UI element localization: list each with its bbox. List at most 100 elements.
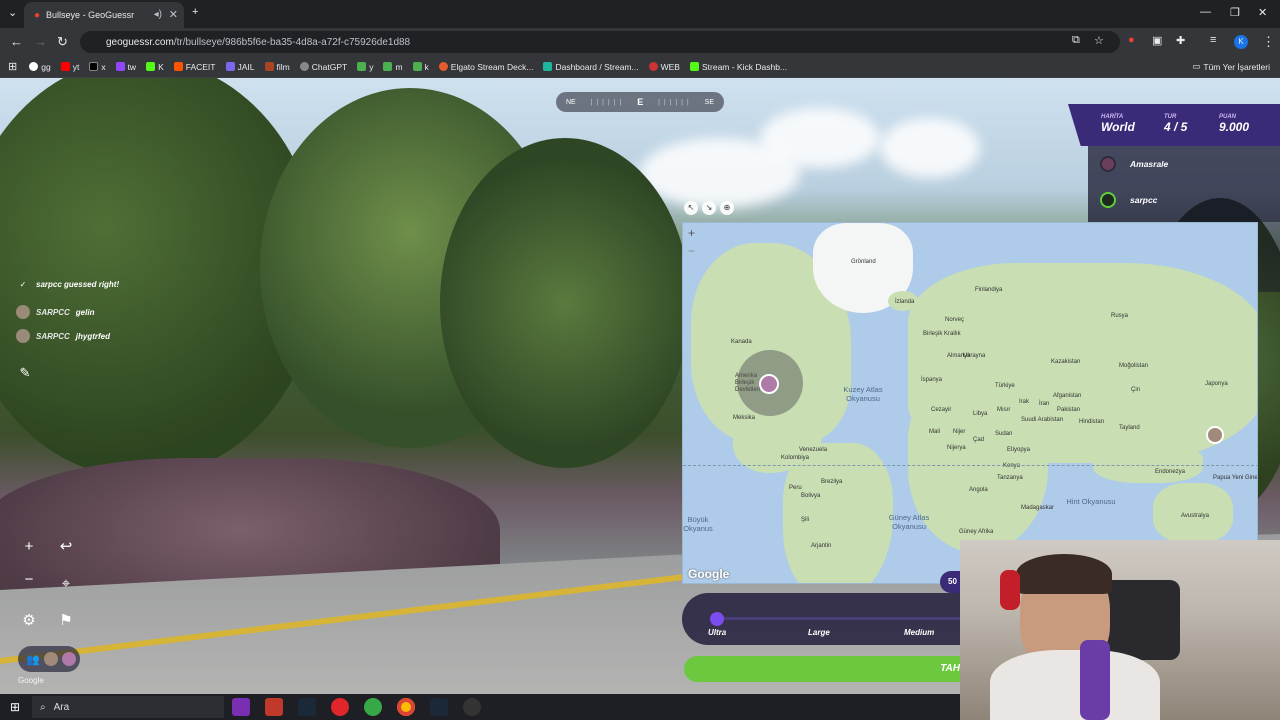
undo-icon[interactable]: ↩	[54, 535, 78, 559]
return-to-start-icon[interactable]: ⌖	[54, 572, 78, 596]
chrome-icon[interactable]	[397, 698, 415, 716]
guess-button[interactable]: TAH	[684, 656, 964, 682]
pin-map-icon[interactable]: ⊕	[720, 201, 734, 215]
steam-icon[interactable]	[298, 698, 316, 716]
menu-icon[interactable]: ⋮	[1262, 34, 1275, 50]
avatar	[1100, 192, 1116, 208]
taskbar: ⊞ ⌕ Ara	[0, 694, 960, 720]
map-zoom-in-icon[interactable]: +	[688, 226, 702, 240]
chat-toggle-icon[interactable]: ✎	[14, 362, 36, 384]
players-list: Amasrale sarpcc	[1088, 146, 1280, 222]
all-bookmarks[interactable]: ▭ Tüm Yer İşaretleri	[1192, 61, 1270, 72]
equator-line	[683, 465, 1257, 466]
media-icon[interactable]: ≡	[1210, 34, 1216, 46]
bookmark[interactable]: k	[412, 62, 429, 72]
map-attribution: Google	[688, 567, 730, 581]
people-icon: 👥	[26, 653, 40, 666]
bookmarks-bar: ⊞ gg yt x tw K FACEIT JAIL film ChatGPT …	[0, 56, 1280, 78]
bookmark[interactable]: Stream - Kick Dashb...	[689, 62, 787, 72]
tab-title: Bullseye - GeoGuessr	[46, 10, 135, 20]
bookmark[interactable]: film	[264, 62, 290, 72]
restore-icon[interactable]: ❐	[1230, 6, 1240, 19]
bookmark[interactable]: WEB	[648, 62, 680, 72]
extension-red-icon[interactable]: ●	[1128, 34, 1135, 46]
speaker-icon[interactable]: ◂)	[154, 9, 162, 20]
map-controls: ↖ ↘ ⊕	[684, 201, 742, 219]
install-icon[interactable]: ⧉	[1072, 34, 1080, 47]
chat-message: SARPCC gelin	[16, 305, 94, 319]
extension-icon[interactable]: ▣	[1152, 34, 1162, 47]
map-zoom-out-icon[interactable]: −	[688, 244, 702, 258]
bookmark[interactable]: K	[146, 62, 164, 72]
guess-avatar-marker	[759, 374, 779, 394]
profile-avatar[interactable]: K	[1234, 35, 1248, 49]
chat-message: ✓ sarpcc guessed right!	[16, 280, 120, 289]
close-tab-icon[interactable]: ✕	[169, 8, 178, 21]
taskbar-app-icon[interactable]	[232, 698, 250, 716]
tab-search-icon[interactable]: ⌄	[8, 6, 17, 19]
game-status-bar: HARİTA World TUR 4 / 5 PUAN 9.000	[1068, 104, 1280, 146]
search-icon: ⌕	[40, 701, 46, 713]
guess-size-track[interactable]	[712, 617, 972, 620]
map-status: HARİTA World	[1101, 114, 1135, 134]
size-option-medium[interactable]: Medium	[904, 628, 934, 637]
size-option-large[interactable]: Large	[808, 628, 830, 637]
webcam-feed	[960, 540, 1280, 720]
bookmark[interactable]: Elgato Stream Deck...	[438, 62, 533, 72]
zoom-out-icon[interactable]: −	[17, 568, 41, 592]
url-path: /tr/bullseye/986b5f6e-ba35-4d8a-a72f-c75…	[173, 36, 411, 48]
avatar	[61, 652, 76, 666]
minimize-icon[interactable]: —	[1200, 6, 1211, 18]
taskbar-app-icon[interactable]	[265, 698, 283, 716]
check-icon: ✓	[19, 280, 27, 289]
folder-icon: ▭	[1192, 61, 1201, 71]
bookmark-star-icon[interactable]: ☆	[1094, 34, 1104, 47]
size-option-ultra[interactable]: Ultra	[708, 628, 726, 637]
forward-icon[interactable]: →	[34, 34, 47, 49]
shrink-map-icon[interactable]: ↘	[702, 201, 716, 215]
apps-icon[interactable]: ⊞	[8, 60, 17, 73]
new-tab-icon[interactable]: +	[192, 6, 198, 18]
player-row: Amasrale	[1100, 156, 1168, 172]
bookmark[interactable]: Dashboard / Stream...	[543, 62, 639, 72]
map-pin-icon: ●	[34, 9, 41, 21]
close-window-icon[interactable]: ✕	[1258, 6, 1267, 19]
bookmark[interactable]: FACEIT	[173, 62, 216, 72]
taskbar-app-icon[interactable]	[463, 698, 481, 716]
address-bar[interactable]: geoguessr.com/tr/bullseye/986b5f6e-ba35-…	[80, 31, 1120, 53]
bookmark[interactable]: tw	[115, 62, 136, 72]
party-button[interactable]: 👥	[18, 646, 80, 672]
points-status: PUAN 9.000	[1219, 114, 1250, 134]
player-avatar-marker	[1206, 426, 1224, 444]
reload-icon[interactable]: ↻	[57, 34, 68, 50]
steam-icon[interactable]	[430, 698, 448, 716]
avatar	[1100, 156, 1116, 172]
google-attribution: Google	[18, 676, 44, 685]
bookmark[interactable]: JAIL	[225, 62, 255, 72]
tab-geoguessr[interactable]: ● Bullseye - GeoGuessr ◂) ✕	[24, 2, 184, 28]
puzzle-icon[interactable]: ✚	[1176, 34, 1185, 47]
flag-icon[interactable]: ⚑	[54, 609, 78, 633]
avatar	[16, 329, 30, 343]
avatar	[16, 305, 30, 319]
bookmark[interactable]: x	[89, 62, 106, 72]
avatar	[43, 652, 58, 666]
toolbar: ← → ↻ geoguessr.com/tr/bullseye/986b5f6e…	[0, 28, 1280, 56]
url-host: geoguessr.com	[106, 36, 174, 48]
bookmark[interactable]: gg	[29, 62, 51, 72]
expand-map-icon[interactable]: ↖	[684, 201, 698, 215]
back-icon[interactable]: ←	[10, 34, 23, 49]
bookmark[interactable]: m	[383, 62, 403, 72]
compass: NE | | | | | | E | | | | | | SE	[556, 92, 724, 112]
bookmark[interactable]: ChatGPT	[299, 62, 347, 72]
guess-size-slider-handle[interactable]	[710, 612, 724, 626]
tab-bar: ⌄ ● Bullseye - GeoGuessr ◂) ✕ + — ❐ ✕	[0, 0, 1280, 28]
settings-icon[interactable]: ⚙	[17, 609, 41, 633]
zoom-in-icon[interactable]: +	[17, 535, 41, 559]
bookmark[interactable]: yt	[60, 62, 79, 72]
xbox-icon[interactable]	[364, 698, 382, 716]
bookmark[interactable]: y	[357, 62, 373, 72]
opera-icon[interactable]	[331, 698, 349, 716]
taskbar-search[interactable]: ⌕ Ara	[32, 696, 224, 718]
windows-start-icon[interactable]: ⊞	[10, 700, 20, 714]
